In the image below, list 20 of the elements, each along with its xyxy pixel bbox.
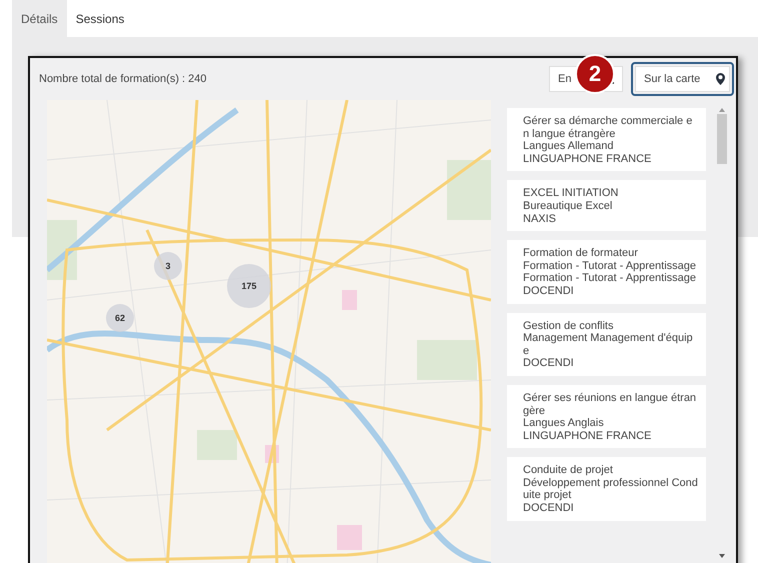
training-organization: DOCENDI xyxy=(523,284,575,298)
training-category: Bureautique Excel xyxy=(523,200,614,213)
total-count: Nombre total de formation(s) : 240 xyxy=(39,73,208,85)
training-title: EXCEL INITIATION xyxy=(523,187,620,200)
training-category: Management Management d'équipe xyxy=(523,332,694,358)
training-organization: LINGUAPHONE FRANCE xyxy=(523,152,652,166)
training-organization: DOCENDI xyxy=(523,502,575,515)
training-title: Gérer ses réunions en langue étrangère xyxy=(523,392,698,418)
training-organization: NAXIS xyxy=(523,212,558,226)
training-title: Formation de formateur xyxy=(523,247,639,260)
step-number-overlay: 2 xyxy=(575,54,615,94)
training-category: Développement professionnel Conduite projet xyxy=(523,476,698,502)
training-organization: DOCENDI xyxy=(523,357,575,370)
training-category: Formation - Tutorat - Apprentissage Formation - Tutorat - Apprentissage xyxy=(523,260,698,285)
training-title: Gérer sa démarche commerciale en langue étrangère xyxy=(523,115,694,140)
training-title: Conduite de projet xyxy=(523,464,614,477)
training-organization: LINGUAPHONE FRANCE xyxy=(523,430,652,442)
training-category: Langues Anglais xyxy=(523,417,605,430)
training-title: Gestion de conflits xyxy=(523,320,614,332)
training-category: Langues Allemand xyxy=(523,140,615,153)
